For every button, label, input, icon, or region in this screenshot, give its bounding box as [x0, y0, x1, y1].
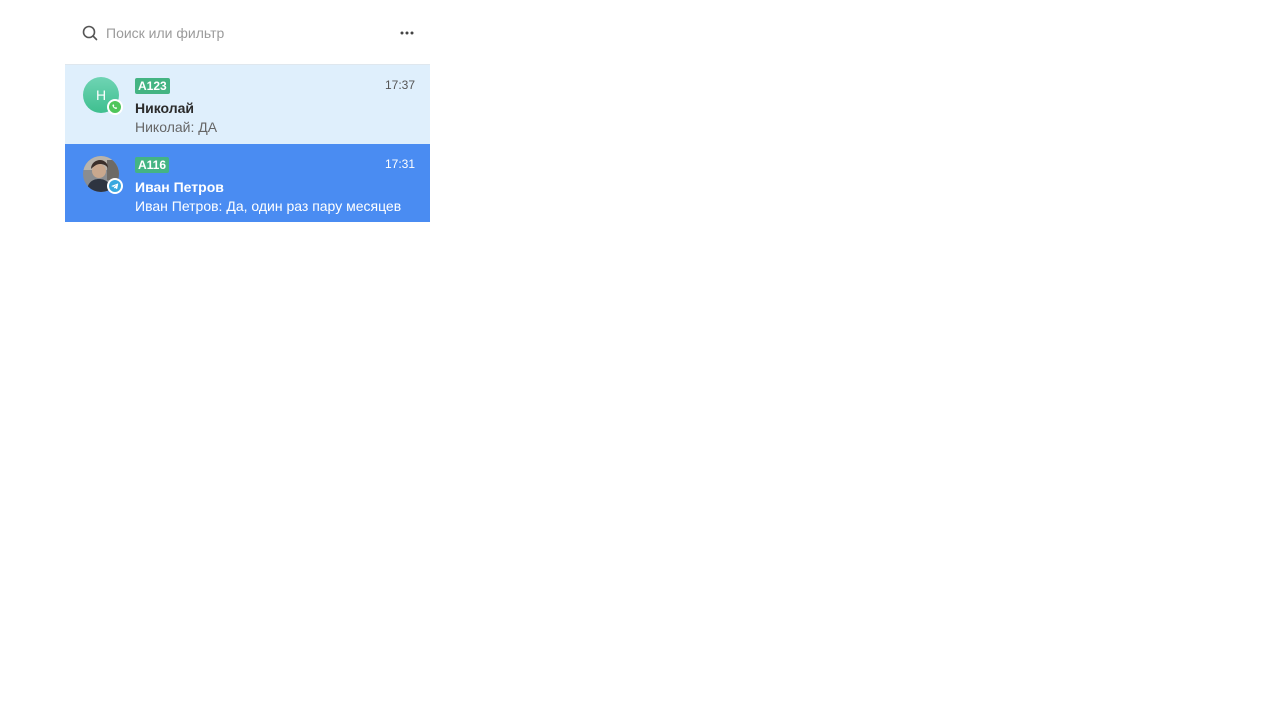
- chat-name: Иван Петров: [135, 179, 224, 195]
- search-icon: [82, 25, 98, 41]
- avatar-wrap: Н: [83, 77, 123, 115]
- chat-time: 17:31: [384, 157, 415, 171]
- avatar-letter: Н: [95, 87, 107, 103]
- chat-preview: Иван Петров: Да, один раз пару месяцев: [135, 198, 402, 214]
- whatsapp-badge: [107, 99, 123, 115]
- search-input[interactable]: [106, 22, 386, 44]
- whatsapp-icon: [109, 101, 121, 113]
- chat-list-item[interactable]: A116 17:31 Иван Петров Иван Петров: Да, …: [65, 144, 430, 222]
- more-horizontal-icon: [400, 31, 414, 35]
- chat-name: Николай: [135, 100, 195, 116]
- chat-tag: A116: [135, 157, 170, 173]
- telegram-badge: [107, 178, 123, 194]
- chat-list: Н A123 17:37 Николай Николай: ДА A116 17…: [65, 64, 430, 222]
- chat-time: 17:37: [384, 78, 415, 92]
- chat-preview: Николай: ДА: [135, 119, 218, 135]
- more-menu-button[interactable]: [396, 22, 418, 44]
- avatar-wrap: [83, 156, 123, 194]
- chat-panel: Н A123 17:37 Николай Николай: ДА: [65, 0, 430, 222]
- telegram-icon: [109, 180, 121, 192]
- chat-body: A116 17:31 Иван Петров Иван Петров: Да, …: [135, 156, 415, 214]
- chat-list-item[interactable]: Н A123 17:37 Николай Николай: ДА: [65, 65, 430, 144]
- search-bar: [65, 0, 430, 64]
- chat-body: A123 17:37 Николай Николай: ДА: [135, 77, 415, 135]
- chat-tag: A123: [135, 78, 170, 94]
